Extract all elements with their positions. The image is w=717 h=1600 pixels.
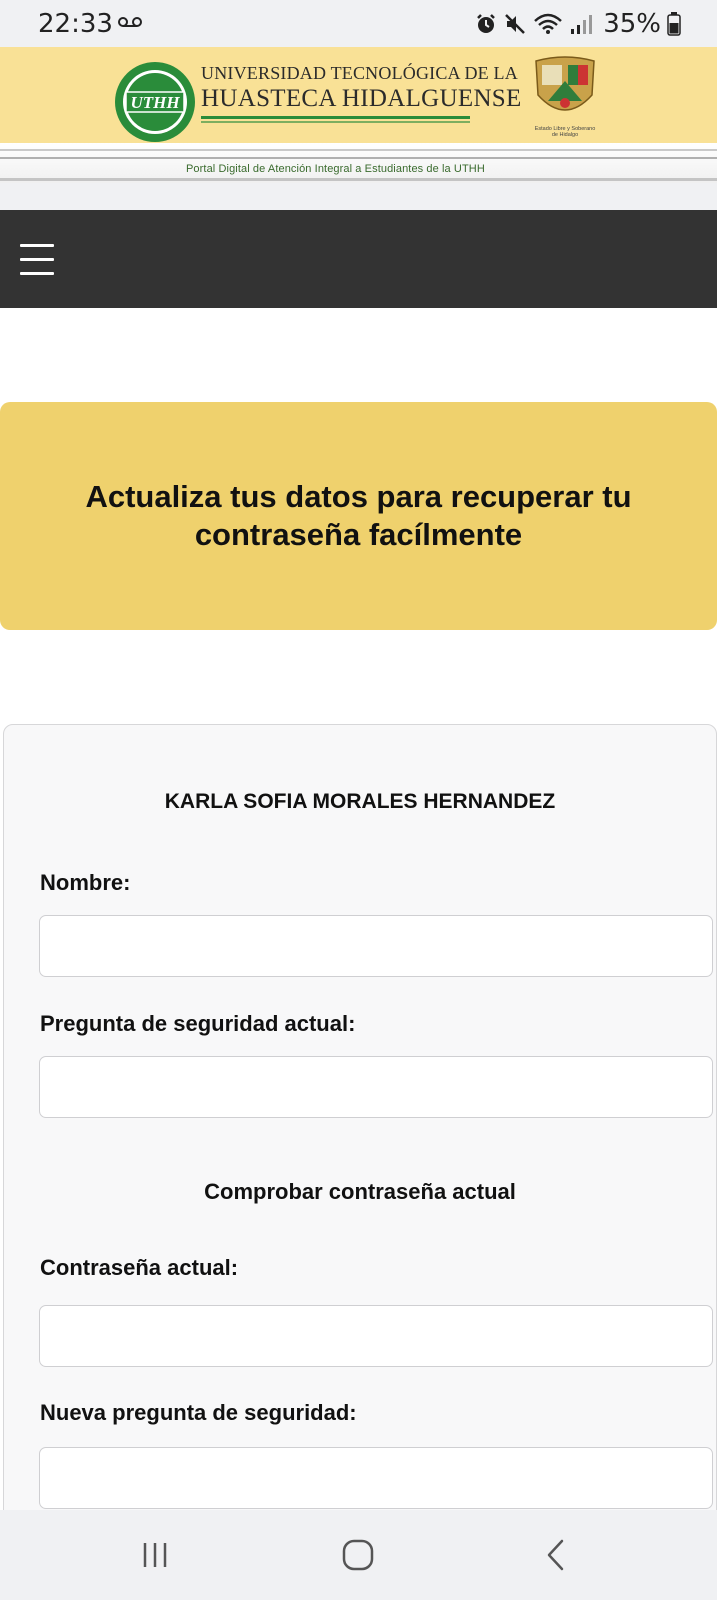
divider: [0, 178, 717, 181]
current-password-input[interactable]: [39, 1305, 713, 1367]
name-input[interactable]: [39, 915, 713, 977]
info-banner-card: Actualiza tus datos para recuperar tu co…: [0, 402, 717, 630]
logo-text: UTHH: [130, 93, 180, 112]
student-name: KARLA SOFIA MORALES HERNANDEZ: [164, 790, 556, 813]
new-security-question-label: Nueva pregunta de seguridad:: [40, 1400, 357, 1425]
signal-icon: [571, 15, 593, 34]
check-password-heading: Comprobar contraseña actual: [204, 1179, 516, 1204]
portal-subtitle-strip: Portal Digital de Atención Integral a Es…: [0, 143, 717, 183]
current-security-question-input[interactable]: [39, 1056, 713, 1118]
status-icons: 35%: [475, 9, 681, 39]
battery-icon: [667, 12, 681, 36]
update-data-form: KARLA SOFIA MORALES HERNANDEZ Nombre: Pr…: [3, 724, 717, 1600]
hidalgo-coat-of-arms: [535, 56, 595, 111]
navbar: [0, 210, 717, 308]
title-underline-secondary: [201, 121, 470, 123]
status-time: 22:33: [38, 9, 113, 39]
university-name-line2: HUASTECA HIDALGUENSE: [201, 85, 522, 112]
voicemail-icon: [118, 17, 142, 27]
info-banner-title: Actualiza tus datos para recuperar tu co…: [85, 479, 632, 552]
back-icon[interactable]: [496, 1510, 616, 1600]
coat-caption: Estado Libre y Soberano de Hidalgo: [534, 126, 596, 139]
home-icon[interactable]: [298, 1510, 418, 1600]
new-security-question-input[interactable]: [39, 1447, 713, 1509]
title-underline: [201, 116, 470, 119]
status-bar: 22:33 35%: [0, 0, 717, 47]
battery-percent: 35%: [603, 9, 661, 39]
spacer: [0, 183, 717, 210]
alarm-icon: [477, 14, 496, 33]
wifi-icon: [534, 13, 563, 34]
android-navigation-bar: [0, 1510, 717, 1600]
name-label: Nombre:: [40, 870, 131, 895]
uthh-logo: UTHH: [115, 62, 195, 142]
current-password-label: Contraseña actual:: [40, 1255, 239, 1280]
mute-icon: [505, 14, 526, 34]
hamburger-icon[interactable]: [20, 244, 54, 276]
university-name-line1: UNIVERSIDAD TECNOLÓGICA DE LA: [201, 63, 518, 83]
university-banner: UTHH UNIVERSIDAD TECNOLÓGICA DE LA HUAST…: [0, 47, 717, 143]
recent-apps-icon[interactable]: [95, 1510, 215, 1600]
portal-subtitle: Portal Digital de Atención Integral a Es…: [186, 163, 485, 175]
current-security-question-label: Pregunta de seguridad actual:: [40, 1011, 356, 1036]
decorative-lines: [0, 149, 717, 159]
